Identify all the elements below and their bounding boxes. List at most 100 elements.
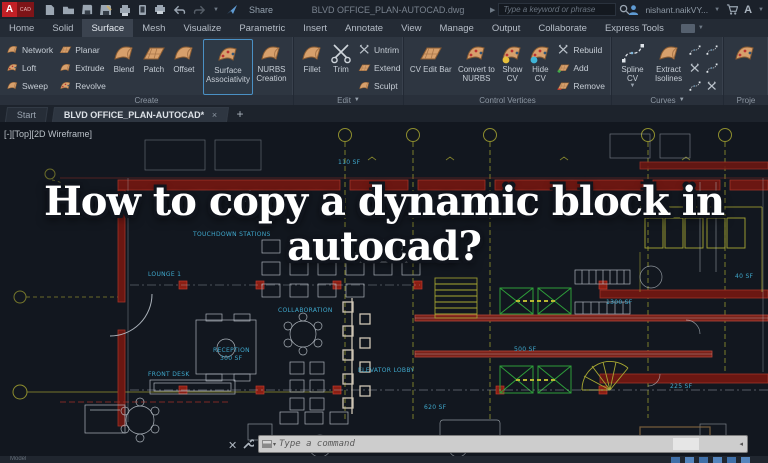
extrude-button[interactable]: Extrude: [56, 59, 109, 76]
command-scrollbar[interactable]: [673, 438, 699, 450]
convert-to-nurbs-button[interactable]: Convert to NURBS: [454, 39, 498, 95]
file-tab-close-icon[interactable]: ×: [212, 110, 217, 120]
save-as-icon[interactable]: [100, 4, 112, 16]
ribbon-overflow-button[interactable]: ▼: [673, 19, 712, 37]
status-snap-icon[interactable]: [685, 457, 694, 463]
command-line[interactable]: ▾ ◂: [258, 435, 748, 453]
loft-button[interactable]: Loft: [3, 59, 56, 76]
extend-button[interactable]: Extend: [355, 59, 403, 76]
customize-wrench-icon[interactable]: [242, 438, 254, 450]
user-icon[interactable]: [628, 4, 639, 15]
panel-label-control-vertices[interactable]: Control Vertices: [404, 95, 611, 105]
mobile-icon[interactable]: [138, 4, 147, 16]
command-recent-icon[interactable]: ▾: [259, 440, 279, 448]
status-osnap-icon[interactable]: [727, 457, 736, 463]
trim-button[interactable]: Trim: [327, 39, 355, 95]
plot-icon[interactable]: [119, 4, 131, 16]
panel-label-curves[interactable]: Curves▼: [612, 95, 723, 105]
model-tab[interactable]: Model: [10, 456, 26, 462]
sweep-button[interactable]: Sweep: [3, 77, 56, 94]
qat-dropdown-icon[interactable]: ▼: [213, 7, 219, 13]
add-button[interactable]: Add: [554, 59, 608, 76]
share-icon[interactable]: [226, 4, 238, 15]
cv-edit-bar-button[interactable]: CV Edit Bar: [407, 39, 454, 95]
undo-icon[interactable]: [173, 5, 186, 15]
autodesk-dropdown-icon[interactable]: ▼: [758, 7, 764, 13]
tab-mesh[interactable]: Mesh: [133, 19, 174, 37]
username-dropdown-icon[interactable]: ▼: [714, 7, 720, 13]
tab-surface[interactable]: Surface: [82, 19, 133, 37]
offset-button[interactable]: Offset: [169, 39, 199, 95]
title-bar: A CAD ▼ Share BLVD OFFICE_PLAN-AUTOCAD.d…: [0, 0, 768, 19]
printer-icon[interactable]: [154, 4, 166, 15]
curve-tool-button[interactable]: [704, 41, 720, 58]
tab-view[interactable]: View: [392, 19, 430, 37]
status-grid-icon[interactable]: [671, 457, 680, 463]
curve-tool-button[interactable]: [704, 59, 720, 76]
panel-curves: Spline CV▼ Extract Isolines Curves▼: [612, 37, 724, 105]
show-cv-button[interactable]: Show CV: [498, 39, 526, 95]
status-ortho-icon[interactable]: [699, 457, 708, 463]
planar-button[interactable]: Planar: [56, 41, 109, 58]
redo-icon[interactable]: [193, 5, 206, 15]
extract-isolines-button[interactable]: Extract Isolines: [650, 39, 687, 95]
ribbon-tab-bar: Home Solid Surface Mesh Visualize Parame…: [0, 19, 768, 37]
status-polar-icon[interactable]: [713, 457, 722, 463]
autocad-a-badge: A: [2, 2, 17, 17]
tab-annotate[interactable]: Annotate: [336, 19, 392, 37]
save-icon[interactable]: [82, 4, 93, 15]
untrim-button[interactable]: Untrim: [355, 41, 403, 58]
curves-panel-caret-icon: ▼: [679, 97, 685, 103]
cart-icon[interactable]: [726, 4, 738, 15]
panel-label-edit[interactable]: Edit▼: [294, 95, 403, 105]
drawing-canvas[interactable]: [-][Top][2D Wireframe]: [0, 122, 768, 456]
tab-collaborate[interactable]: Collaborate: [529, 19, 596, 37]
curve-tool-button[interactable]: [687, 59, 703, 76]
project-button[interactable]: [727, 39, 763, 95]
network-button[interactable]: Network: [3, 41, 56, 58]
remove-button[interactable]: Remove: [554, 77, 608, 94]
file-tab-bar: Start BLVD OFFICE_PLAN-AUTOCAD* × +: [0, 105, 768, 122]
tab-solid[interactable]: Solid: [43, 19, 82, 37]
panel-label-create[interactable]: Create: [0, 95, 293, 105]
curve-tool-button[interactable]: [704, 77, 720, 94]
file-tab-active[interactable]: BLVD OFFICE_PLAN-AUTOCAD* ×: [52, 107, 230, 122]
new-file-tab-button[interactable]: +: [236, 108, 243, 122]
viewport-controls[interactable]: [-][Top][2D Wireframe]: [4, 129, 92, 139]
panel-label-project[interactable]: Proje: [724, 95, 768, 105]
surface-associativity-button[interactable]: Surface Associativity: [203, 39, 253, 95]
file-tab-start[interactable]: Start: [5, 107, 48, 122]
floor-plan: 110 SF TOUCHDOWN STATIONS LOUNGE 1 COLLA…: [0, 122, 768, 456]
sculpt-button[interactable]: Sculpt: [355, 77, 403, 94]
fillet-button[interactable]: Fillet: [297, 39, 327, 95]
blend-button[interactable]: Blend: [109, 39, 139, 95]
curve-tool-button[interactable]: [687, 41, 703, 58]
app-logo[interactable]: A CAD: [2, 2, 34, 17]
curve-tool-button[interactable]: [687, 77, 703, 94]
open-folder-icon[interactable]: [62, 4, 75, 15]
rebuild-button[interactable]: Rebuild: [554, 41, 608, 58]
tab-parametric[interactable]: Parametric: [230, 19, 294, 37]
tab-visualize[interactable]: Visualize: [174, 19, 230, 37]
tab-manage[interactable]: Manage: [430, 19, 482, 37]
spline-cv-button[interactable]: Spline CV▼: [615, 39, 650, 95]
panel-edit: Fillet Trim Untrim Extend Sculpt Edit▼: [294, 37, 404, 105]
search-input[interactable]: [498, 3, 616, 16]
status-annotation-icon[interactable]: [741, 457, 750, 463]
autodesk-logo-icon[interactable]: A: [744, 4, 752, 16]
tab-output[interactable]: Output: [483, 19, 530, 37]
tab-home[interactable]: Home: [0, 19, 43, 37]
new-file-icon[interactable]: [44, 4, 55, 16]
patch-button[interactable]: Patch: [139, 39, 169, 95]
tab-express-tools[interactable]: Express Tools: [596, 19, 673, 37]
nurbs-creation-button[interactable]: NURBS Creation: [253, 39, 290, 95]
command-input[interactable]: [279, 439, 673, 449]
username-label[interactable]: nishant.naikVY...: [645, 5, 708, 15]
tab-insert[interactable]: Insert: [294, 19, 336, 37]
search-history-icon[interactable]: ▶: [490, 6, 495, 14]
command-close-icon[interactable]: ✕: [228, 439, 237, 452]
revolve-button[interactable]: Revolve: [56, 77, 109, 94]
command-expand-icon[interactable]: ◂: [739, 440, 743, 448]
hide-cv-button[interactable]: Hide CV: [526, 39, 554, 95]
panel-project: Proje: [724, 37, 768, 105]
